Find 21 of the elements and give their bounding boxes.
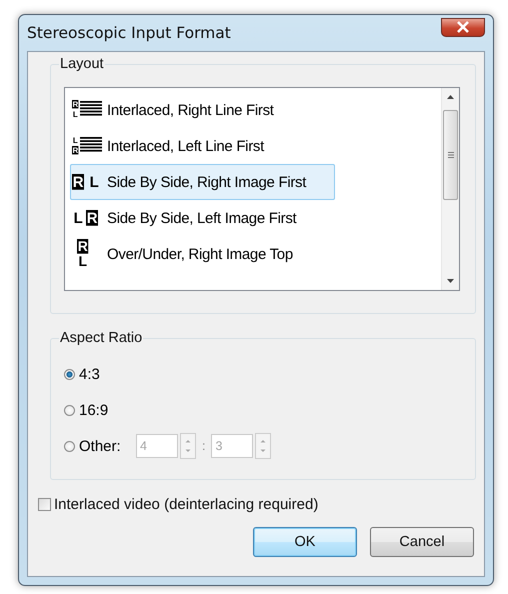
close-icon	[456, 21, 470, 33]
layout-item[interactable]: R L Interlaced, Right Line First	[70, 92, 335, 128]
ratio-separator: :	[202, 439, 206, 453]
layout-item[interactable]: R L Side By Side, Right Image First	[70, 164, 335, 200]
radio-option[interactable]: 16:9	[64, 402, 124, 418]
radio-option[interactable]: 4:3	[64, 366, 124, 382]
dialog-button[interactable]: Cancel	[370, 527, 474, 557]
close-button[interactable]	[441, 18, 485, 36]
radio-option[interactable]: Other:	[64, 438, 124, 454]
spin-buttons[interactable]	[180, 433, 196, 459]
dialog-button[interactable]: OK	[253, 527, 357, 557]
scroll-thumb[interactable]	[443, 110, 458, 200]
layout-item[interactable]: R L Over/Under, Right Image Top	[70, 236, 335, 272]
layout-item[interactable]: L R Side By Side, Left Image First	[70, 200, 335, 236]
layout-item[interactable]: L R Interlaced, Left Line First	[70, 128, 335, 164]
scrollbar[interactable]	[441, 88, 459, 290]
interlaced-checkbox[interactable]: Interlaced video (deinterlacing required)	[38, 496, 318, 513]
group-label: Layout	[59, 56, 105, 72]
group-label: Aspect Ratio	[59, 330, 144, 346]
window-title: Stereoscopic Input Format	[27, 24, 231, 42]
spin-buttons[interactable]	[255, 433, 272, 459]
